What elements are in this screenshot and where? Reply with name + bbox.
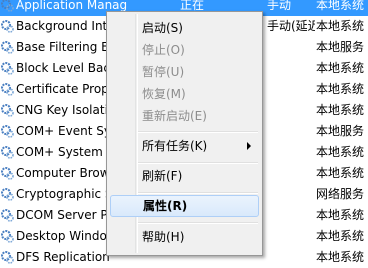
context-menu: 启动(S) 停止(O) 暂停(U) 恢复(M) 重新启动(E) 所有任务(K) … [106,11,263,256]
menu-item-resume: 恢复(M) [142,87,186,101]
menu-item-start[interactable]: 启动(S) [110,17,259,39]
menu-item-all-tasks[interactable]: 所有任务(K) [110,135,259,157]
gear-icon [1,62,14,75]
gear-icon [1,146,14,159]
service-logon-as: 本地服务 [316,40,365,54]
service-logon-as: 本地服务 [316,124,365,138]
menu-separator [138,162,258,164]
gear-icon [1,104,14,117]
service-logon-as: 本地系统 [316,61,365,75]
service-logon-as: 本地系统 [316,82,365,96]
menu-separator [138,192,258,194]
gear-icon [1,209,14,222]
menu-item-pause: 暂停(U) [142,65,185,79]
service-logon-as: 本地系统 [316,145,365,159]
gear-icon [1,0,14,12]
service-logon-as: 本地系统 [316,0,365,12]
gear-icon [1,230,14,243]
menu-item-refresh[interactable]: 刷新(F) [110,165,259,187]
service-startup-type: 手动(延迟... [267,19,315,33]
gear-icon [1,83,14,96]
menu-item-stop: 停止(O) [142,43,185,57]
gear-icon [1,167,14,180]
menu-item-all-tasks-label: 所有任务(K) [142,139,208,153]
service-logon-as: 本地系统 [316,19,365,33]
service-logon-as: 网络服务 [316,187,365,201]
menu-item-help[interactable]: 帮助(H) [110,226,259,248]
gear-icon [1,41,14,54]
menu-item-restart: 重新启动(E) [142,109,207,123]
service-startup-type: 手动 [267,0,292,12]
service-logon-as: 本地系统 [316,166,365,180]
submenu-arrow-icon [247,142,251,150]
gear-icon [1,188,14,201]
service-logon-as: 本地系统 [316,229,365,243]
menu-separator [138,222,258,224]
gear-icon [1,20,14,33]
menu-separator [138,131,258,133]
service-logon-as: 本地系统 [316,103,365,117]
gear-icon [1,125,14,138]
gear-icon [1,251,14,264]
service-logon-as: 本地系统 [316,208,365,222]
menu-item-properties[interactable]: 属性(R) [110,195,259,217]
